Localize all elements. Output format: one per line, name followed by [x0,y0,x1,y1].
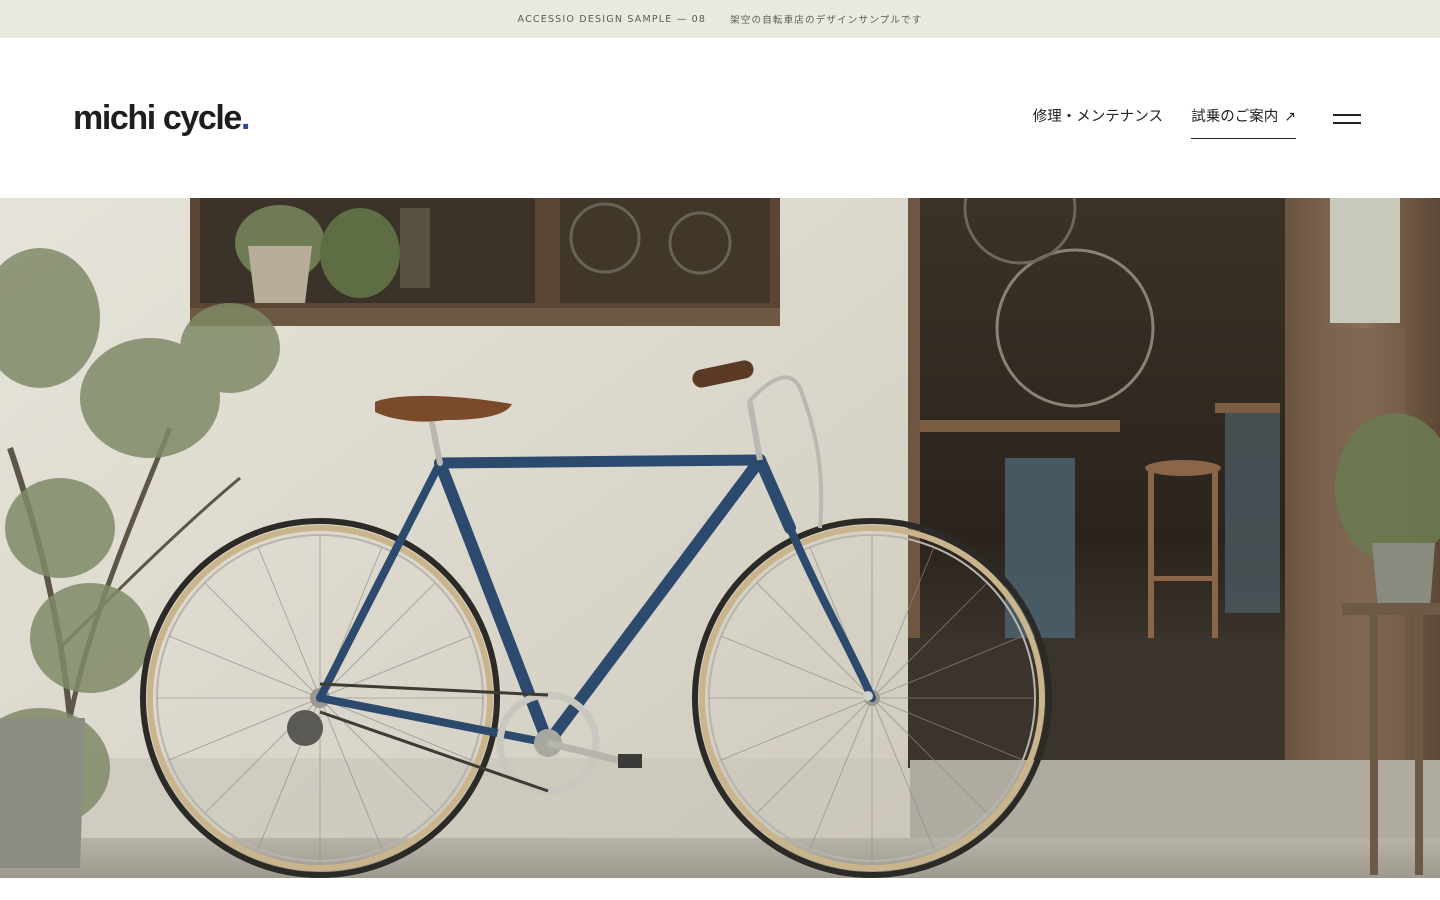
menu-button[interactable] [1333,111,1361,125]
site-header: michi cycle. 修理・メンテナンス 試乗のご案内 ↗ [0,38,1440,198]
design-sample-label: ACCESSIO DESIGN SAMPLE — 08 [517,13,707,25]
hero-image [0,198,1440,878]
announcement-bar: ACCESSIO DESIGN SAMPLE — 08 架空の自転車店のデザイン… [0,0,1440,38]
open-shop-door [908,198,1293,768]
hamburger-icon-line [1333,122,1361,124]
hamburger-icon [1333,114,1361,116]
site-logo[interactable]: michi cycle. [73,98,250,138]
nav-link-test-ride-label: 試乗のご案内 [1191,109,1279,125]
hero-bicycle-shop-illustration [0,198,1440,878]
logo-dot: . [240,99,250,137]
sample-note: 架空の自転車店のデザインサンプルです [730,15,923,26]
arrow-northeast-icon: ↗ [1284,109,1296,125]
logo-text: michi cycle [73,99,242,137]
nav-link-repair[interactable]: 修理・メンテナンス [1033,104,1163,130]
nav-link-test-ride[interactable]: 試乗のご案内 ↗ [1191,104,1296,139]
